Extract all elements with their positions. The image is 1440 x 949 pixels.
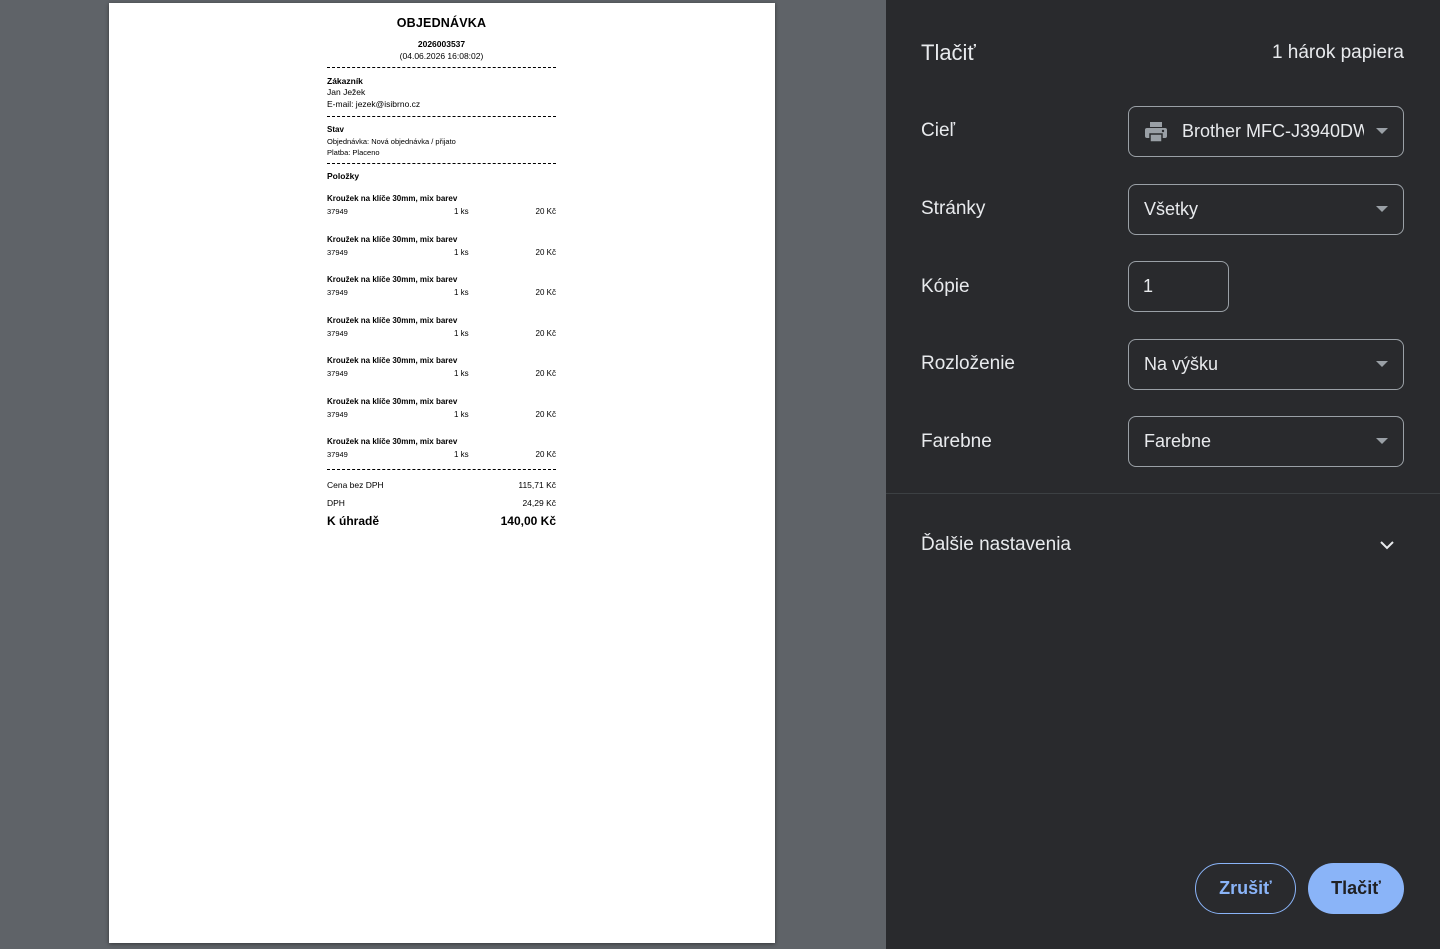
print-settings-panel: Tlačiť 1 hárok papiera Cieľ Brother MFC-… bbox=[886, 0, 1440, 949]
amount-due-value: 140,00 Kč bbox=[500, 513, 556, 528]
layout-label: Rozloženie bbox=[921, 353, 1015, 374]
item-code: 37949 bbox=[327, 207, 348, 216]
item-price: 20 Kč bbox=[535, 288, 556, 297]
item-details: 37949 1 ks 20 Kč bbox=[327, 288, 556, 297]
status-payment: Platba: Placeno bbox=[327, 148, 380, 157]
item-quantity: 1 ks bbox=[454, 450, 469, 459]
copies-input[interactable]: 1 bbox=[1128, 261, 1229, 312]
printer-icon bbox=[1144, 121, 1168, 143]
dialog-title: Tlačiť bbox=[921, 40, 976, 65]
item-details: 37949 1 ks 20 Kč bbox=[327, 248, 556, 257]
item-name: Kroužek na klíče 30mm, mix barev bbox=[327, 396, 458, 406]
color-select[interactable]: Farebne bbox=[1128, 416, 1404, 467]
vat-value: 24,29 Kč bbox=[522, 497, 556, 508]
list-item: Kroužek na klíče 30mm, mix barev 37949 1 k… bbox=[327, 347, 556, 388]
item-code: 37949 bbox=[327, 409, 348, 419]
item-details: 37949 1 ks 20 Kč bbox=[327, 207, 556, 216]
item-name: Kroužek na klíče 30mm, mix barev bbox=[327, 194, 458, 203]
item-code: 37949 bbox=[327, 247, 348, 257]
dropdown-caret-icon bbox=[1376, 438, 1388, 444]
item-price: 20 Kč bbox=[535, 369, 556, 378]
order-number: 2026003537 bbox=[417, 39, 466, 49]
item-name: Kroužek na klíče 30mm, mix barev bbox=[327, 275, 458, 284]
vat-label: DPH bbox=[327, 497, 345, 508]
item-code: 37949 bbox=[327, 369, 348, 378]
list-item: Kroužek na klíče 30mm, mix barev 37949 1 k… bbox=[327, 226, 556, 267]
item-quantity: 1 ks bbox=[454, 409, 469, 419]
print-button[interactable]: Tlačiť bbox=[1308, 863, 1404, 914]
item-quantity: 1 ks bbox=[454, 247, 469, 257]
layout-value: Na výšku bbox=[1144, 354, 1219, 374]
item-details: 37949 1 ks 20 Kč bbox=[327, 329, 556, 338]
list-item: Kroužek na klíče 30mm, mix barev 37949 1 k… bbox=[327, 185, 556, 226]
amount-due-label: K úhradě bbox=[327, 513, 380, 528]
item-price: 20 Kč bbox=[535, 409, 556, 419]
separator bbox=[327, 116, 556, 117]
divider bbox=[886, 493, 1440, 494]
item-price: 20 Kč bbox=[535, 247, 556, 257]
net-total-value: 115,71 Kč bbox=[518, 479, 556, 490]
list-item: Kroužek na klíče 30mm, mix barev 37949 1 k… bbox=[327, 428, 556, 469]
destination-value: Brother MFC-J3940DW bbox=[1182, 121, 1364, 141]
sheet-count: 1 hárok papiera bbox=[1271, 42, 1404, 63]
amount-due-row: K úhradě 140,00 Kč bbox=[327, 514, 556, 528]
more-settings-toggle[interactable]: Ďalšie nastavenia bbox=[921, 534, 1071, 556]
destination-select[interactable]: Brother MFC-J3940DW bbox=[1128, 106, 1404, 157]
customer-email: E-mail: jezek@isibrno.cz bbox=[327, 99, 421, 109]
destination-label: Cieľ bbox=[921, 120, 956, 141]
vat-row: DPH 24,29 Kč bbox=[327, 498, 556, 508]
item-price: 20 Kč bbox=[535, 328, 556, 338]
copies-label: Kópie bbox=[921, 276, 970, 297]
color-label: Farebne bbox=[921, 431, 992, 452]
item-price: 20 Kč bbox=[535, 207, 556, 216]
item-code: 37949 bbox=[327, 450, 348, 459]
item-details: 37949 1 ks 20 Kč bbox=[327, 450, 556, 459]
color-value: Farebne bbox=[1144, 431, 1212, 451]
item-quantity: 1 ks bbox=[454, 328, 469, 338]
cancel-button[interactable]: Zrušiť bbox=[1195, 863, 1296, 914]
pages-label: Stránky bbox=[921, 198, 986, 219]
customer-heading: Zákazník bbox=[327, 76, 363, 86]
item-code: 37949 bbox=[327, 288, 348, 297]
pages-value: Všetky bbox=[1144, 199, 1199, 219]
item-quantity: 1 ks bbox=[454, 207, 469, 216]
print-preview-area: OBJEDNÁVKA 2026003537 (04.06.2026 16:08:… bbox=[0, 0, 886, 949]
item-details: 37949 1 ks 20 Kč bbox=[327, 369, 556, 378]
order-datetime: (04.06.2026 16:08:02) bbox=[399, 51, 484, 61]
list-item: Kroužek na klíče 30mm, mix barev 37949 1 k… bbox=[327, 307, 556, 348]
item-price: 20 Kč bbox=[535, 450, 556, 459]
items-heading: Položky bbox=[327, 171, 360, 181]
dropdown-caret-icon bbox=[1376, 206, 1388, 212]
item-name: Kroužek na klíče 30mm, mix barev bbox=[327, 234, 458, 244]
dropdown-caret-icon bbox=[1376, 361, 1388, 367]
separator bbox=[327, 67, 556, 68]
item-name: Kroužek na klíče 30mm, mix barev bbox=[327, 356, 458, 365]
list-item: Kroužek na klíče 30mm, mix barev 37949 1 k… bbox=[327, 266, 556, 307]
item-code: 37949 bbox=[327, 328, 348, 338]
pages-select[interactable]: Všetky bbox=[1128, 184, 1404, 235]
item-name: Kroužek na klíče 30mm, mix barev bbox=[327, 437, 458, 446]
item-name: Kroužek na klíče 30mm, mix barev bbox=[327, 315, 458, 325]
items-list: Kroužek na klíče 30mm, mix barev 37949 1 k… bbox=[327, 185, 556, 469]
net-total-row: Cena bez DPH 115,71 Kč bbox=[327, 480, 556, 490]
status-heading: Stav bbox=[327, 125, 344, 134]
order-receipt: OBJEDNÁVKA 2026003537 (04.06.2026 16:08:… bbox=[327, 3, 556, 528]
item-quantity: 1 ks bbox=[454, 288, 469, 297]
separator bbox=[327, 468, 556, 470]
status-order: Objednávka: Nová objednávka / přijato bbox=[327, 137, 456, 146]
item-details: 37949 1 ks 20 Kč bbox=[327, 410, 556, 419]
list-item: Kroužek na klíče 30mm, mix barev 37949 1 k… bbox=[327, 388, 556, 429]
receipt-title: OBJEDNÁVKA bbox=[396, 16, 487, 30]
customer-name: Jan Ježek bbox=[327, 87, 366, 97]
dropdown-caret-icon bbox=[1376, 128, 1388, 134]
preview-page: OBJEDNÁVKA 2026003537 (04.06.2026 16:08:… bbox=[109, 3, 775, 943]
separator bbox=[327, 163, 556, 164]
item-quantity: 1 ks bbox=[454, 369, 469, 378]
net-total-label: Cena bez DPH bbox=[327, 479, 384, 490]
layout-select[interactable]: Na výšku bbox=[1128, 339, 1404, 390]
chevron-down-icon[interactable] bbox=[1379, 537, 1395, 553]
